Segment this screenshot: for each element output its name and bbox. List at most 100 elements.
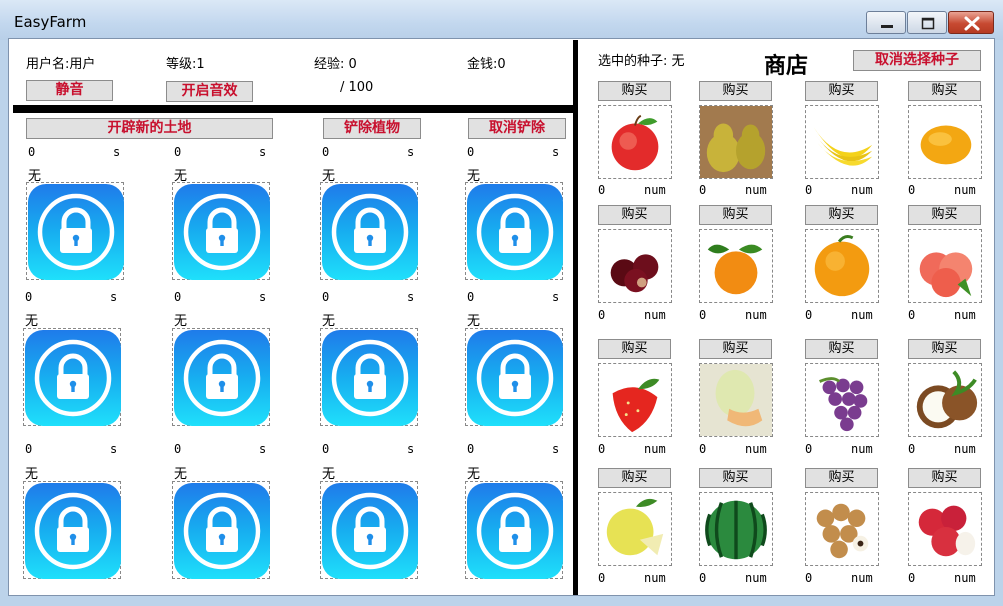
plot-timer-unit: s [552, 442, 560, 456]
plot-timer-unit: s [407, 145, 415, 159]
seed-slot[interactable] [805, 105, 879, 179]
level-label: 等级:1 [166, 57, 205, 72]
buy-button[interactable]: 购买 [699, 339, 772, 359]
title-bar[interactable] [0, 0, 1003, 40]
buy-button[interactable]: 购买 [598, 339, 671, 359]
seed-slot[interactable] [699, 229, 773, 303]
vertical-divider [573, 40, 578, 595]
lock-tile [322, 184, 418, 280]
lock-icon [183, 193, 261, 271]
mute-button[interactable]: 静音 [26, 80, 113, 101]
lock-tile [25, 330, 121, 426]
remove-plant-button[interactable]: 铲除植物 [323, 118, 421, 139]
exp-max-label: / 100 [340, 80, 374, 95]
buy-button[interactable]: 购买 [699, 468, 772, 488]
lock-icon [476, 492, 554, 570]
plot-slot[interactable] [465, 328, 563, 426]
seed-count-unit: num [851, 308, 873, 322]
plot-slot[interactable] [465, 481, 563, 579]
strawberry-icon [612, 378, 660, 433]
selected-seed-label: 选中的种子: 无 [598, 54, 685, 69]
plot-slot[interactable] [172, 328, 270, 426]
plot-slot[interactable] [172, 182, 270, 280]
buy-button[interactable]: 购买 [805, 81, 878, 101]
plot-timer: 0 [174, 290, 182, 304]
seed-count-unit: num [644, 308, 666, 322]
plot-slot[interactable] [23, 481, 121, 579]
plot-crop-name: 无 [322, 467, 336, 482]
open-land-button[interactable]: 开辟新的土地 [26, 118, 273, 139]
seed-slot[interactable] [699, 105, 773, 179]
plot-timer-unit: s [552, 290, 560, 304]
seed-slot[interactable] [598, 363, 672, 437]
lychee-icon [918, 505, 976, 557]
buy-button[interactable]: 购买 [805, 339, 878, 359]
buy-button[interactable]: 购买 [805, 468, 878, 488]
seed-slot[interactable] [908, 492, 982, 566]
lock-tile [322, 330, 418, 426]
seed-count-unit: num [954, 183, 976, 197]
seed-count: 0 [908, 442, 916, 456]
seed-slot[interactable] [699, 363, 773, 437]
seed-slot[interactable] [598, 105, 672, 179]
buy-button[interactable]: 购买 [908, 205, 981, 225]
lock-tile [467, 483, 563, 579]
seed-slot[interactable] [805, 492, 879, 566]
plot-slot[interactable] [172, 481, 270, 579]
plot-slot[interactable] [320, 182, 418, 280]
plot-crop-name: 无 [467, 467, 481, 482]
buy-button[interactable]: 购买 [908, 468, 981, 488]
exp-label: 经验: 0 [314, 57, 357, 72]
lock-icon [331, 339, 409, 417]
money-label: 金钱:0 [467, 57, 506, 72]
minimize-button[interactable] [866, 11, 906, 34]
seed-slot[interactable] [598, 492, 672, 566]
plot-timer: 0 [322, 290, 330, 304]
plot-crop-name: 无 [25, 467, 39, 482]
minimize-icon [881, 25, 893, 28]
seed-slot[interactable] [598, 229, 672, 303]
plot-slot[interactable] [26, 182, 124, 280]
cancel-select-seed-button[interactable]: 取消选择种子 [853, 50, 981, 71]
horizontal-divider [13, 105, 574, 113]
buy-button[interactable]: 购买 [598, 205, 671, 225]
plot-timer: 0 [174, 442, 182, 456]
maximize-icon [921, 17, 935, 30]
seed-count-unit: num [644, 571, 666, 585]
seed-count-unit: num [851, 442, 873, 456]
lock-tile [174, 330, 270, 426]
plot-timer: 0 [322, 145, 330, 159]
seed-slot[interactable] [908, 229, 982, 303]
seed-slot[interactable] [908, 105, 982, 179]
seed-slot[interactable] [805, 229, 879, 303]
close-button[interactable] [948, 11, 994, 34]
plot-crop-name: 无 [25, 314, 39, 329]
buy-button[interactable]: 购买 [908, 339, 981, 359]
buy-button[interactable]: 购买 [805, 205, 878, 225]
plot-slot[interactable] [23, 328, 121, 426]
buy-button[interactable]: 购买 [908, 81, 981, 101]
sound-on-button[interactable]: 开启音效 [166, 81, 253, 102]
seed-count-unit: num [851, 571, 873, 585]
plot-slot[interactable] [465, 182, 563, 280]
cancel-remove-button[interactable]: 取消铲除 [468, 118, 566, 139]
plot-slot[interactable] [320, 328, 418, 426]
maximize-button[interactable] [907, 11, 947, 34]
seed-count-unit: num [745, 183, 767, 197]
orange-icon [814, 235, 870, 297]
plot-timer: 0 [25, 290, 33, 304]
seed-count: 0 [598, 308, 606, 322]
plot-slot[interactable] [320, 481, 418, 579]
plot-timer: 0 [467, 442, 475, 456]
seed-slot[interactable] [908, 363, 982, 437]
buy-button[interactable]: 购买 [598, 468, 671, 488]
seed-slot[interactable] [805, 363, 879, 437]
seed-count: 0 [598, 442, 606, 456]
window-title: EasyFarm [14, 13, 87, 31]
seed-count-unit: num [644, 442, 666, 456]
buy-button[interactable]: 购买 [699, 205, 772, 225]
plot-timer: 0 [28, 145, 36, 159]
seed-slot[interactable] [699, 492, 773, 566]
buy-button[interactable]: 购买 [598, 81, 671, 101]
buy-button[interactable]: 购买 [699, 81, 772, 101]
